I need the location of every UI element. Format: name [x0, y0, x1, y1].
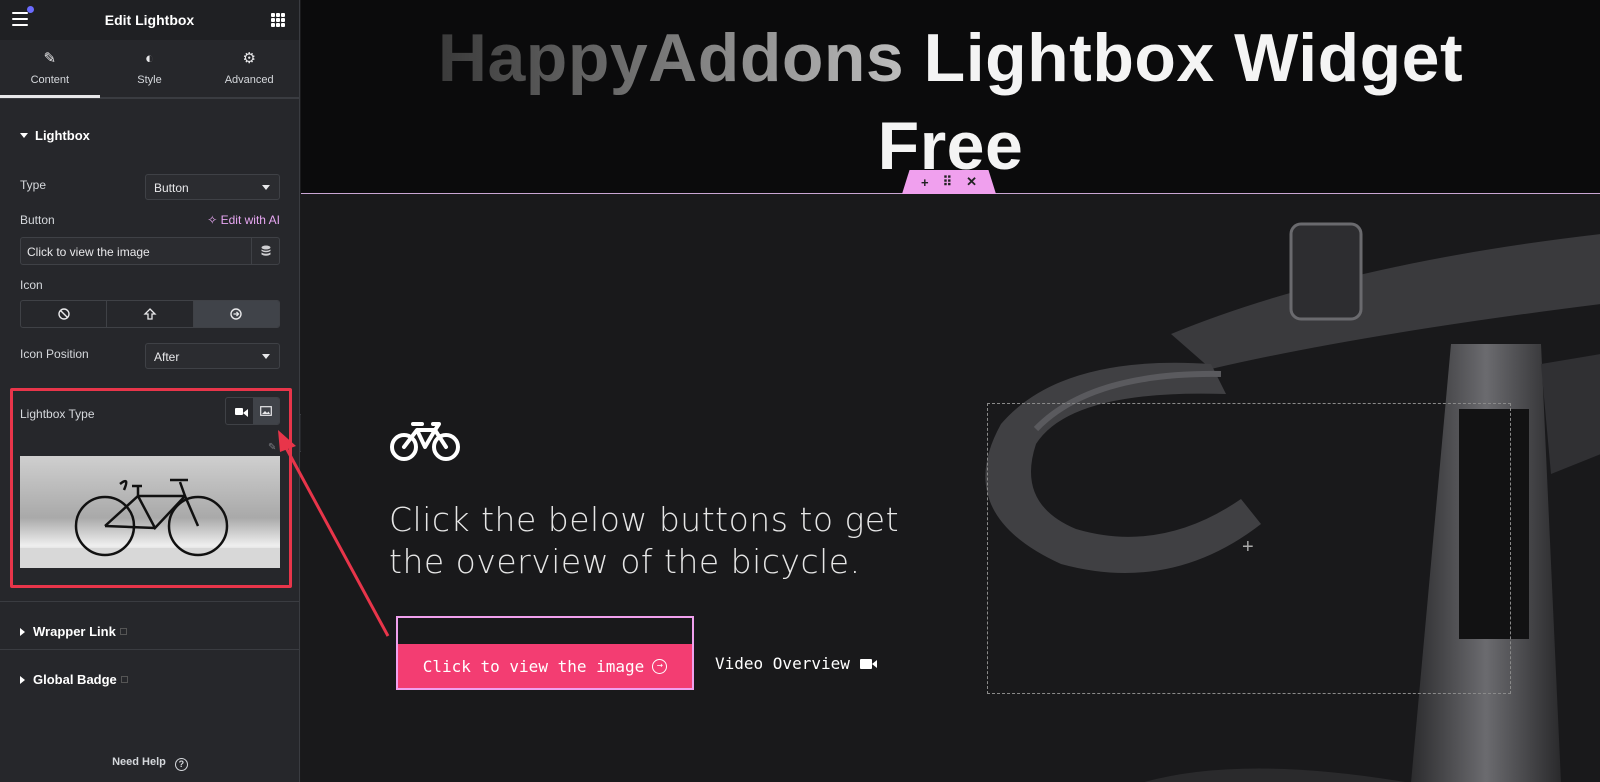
caret-down-icon [20, 133, 28, 138]
drag-handle-icon[interactable]: ⠿ [943, 174, 953, 190]
edit-with-ai-link[interactable]: ✧ Edit with AI [207, 213, 280, 227]
lightbox-widget-selected[interactable]: Click to view the image → [396, 616, 694, 690]
upload-icon [143, 308, 157, 320]
type-select-value: Button [154, 181, 189, 195]
icon-position-select[interactable]: After [145, 343, 280, 369]
pencil-icon: ✎ [43, 50, 57, 67]
section-global-badge-label: Global Badge [33, 672, 117, 687]
lightbox-type-control: Lightbox Type [20, 397, 280, 425]
section-handle[interactable]: + ⠿ ✕ [902, 170, 996, 194]
view-image-button-label: Click to view the image [422, 656, 645, 676]
tab-advanced-label: Advanced [224, 74, 274, 86]
arrow-circle-icon: → [652, 658, 668, 674]
none-icon [57, 308, 70, 320]
need-help-label: Need Help [112, 756, 166, 768]
lightbox-type-label: Lightbox Type [20, 407, 95, 421]
button-label: Button [20, 213, 55, 227]
need-help-link[interactable]: Need Help ? [0, 756, 300, 771]
page-canvas: HappyAddons Lightbox Widget Free + Click… [301, 0, 1600, 782]
bicycle-icon [390, 422, 460, 461]
page-heading[interactable]: HappyAddons Lightbox Widget Free [301, 14, 1600, 190]
tab-style[interactable]: ◐ Style [100, 40, 200, 97]
button-text-input[interactable]: Click to view the image [20, 237, 280, 265]
caret-right-icon [20, 675, 25, 684]
video-overview-label: Video Overview [715, 654, 850, 673]
section-wrapper-link-toggle[interactable]: Wrapper Link [0, 624, 127, 639]
icon-position-value: After [154, 350, 180, 364]
icon-option-none[interactable] [21, 301, 108, 327]
button-text-value: Click to view the image [27, 245, 150, 259]
editor-sidebar: Edit Lightbox ✎ Content ◐ Style ⚙ Advanc… [0, 0, 300, 782]
edit-image-icon[interactable]: ✎ [268, 442, 276, 453]
sparkle-icon: ✧ [207, 213, 218, 227]
section-lightbox-label: Lightbox [35, 128, 90, 143]
chevron-down-icon [262, 354, 270, 359]
type-select[interactable]: Button [145, 174, 280, 200]
dynamic-tags-database-icon[interactable] [251, 238, 279, 264]
widgets-grid-icon[interactable] [271, 13, 285, 27]
section-lightbox-toggle[interactable]: Lightbox [0, 128, 90, 143]
panel-tabs: ✎ Content ◐ Style ⚙ Advanced [0, 40, 299, 98]
section-wrapper-link-label: Wrapper Link [33, 624, 116, 639]
video-icon [235, 407, 249, 417]
add-section-plus-icon[interactable]: + [921, 175, 929, 190]
section-global-badge-toggle[interactable]: Global Badge [0, 672, 128, 687]
video-camera-icon [859, 658, 877, 669]
view-image-button[interactable]: Click to view the image → [398, 644, 692, 688]
icon-choice-group [20, 300, 280, 328]
heading-brand: HappyAddons [437, 20, 905, 96]
tab-advanced[interactable]: ⚙ Advanced [199, 40, 299, 97]
hero-section[interactable]: + Click the below buttons to get the ove… [301, 193, 1600, 782]
tab-content[interactable]: ✎ Content [0, 40, 100, 98]
lightbox-type-toggle [225, 397, 280, 425]
pro-badge-icon [119, 628, 127, 635]
empty-column-dropzone[interactable]: + [987, 403, 1511, 694]
chevron-down-icon [262, 185, 270, 190]
video-overview-button[interactable]: Video Overview [715, 654, 877, 673]
caret-right-icon [20, 627, 25, 636]
icon-label: Icon [20, 278, 43, 292]
icon-option-arrow-circle[interactable] [193, 301, 279, 327]
divider [0, 601, 300, 602]
gear-icon: ⚙ [242, 50, 256, 67]
panel-title: Edit Lightbox [104, 12, 195, 28]
section-description: Click the below buttons to get the overv… [389, 500, 900, 581]
app-root: Edit Lightbox ✎ Content ◐ Style ⚙ Advanc… [0, 0, 1600, 782]
delete-section-close-icon[interactable]: ✕ [966, 174, 977, 190]
lightbox-type-video[interactable] [226, 398, 253, 424]
hamburger-menu-icon[interactable] [12, 6, 34, 26]
icon-option-upload[interactable] [107, 301, 194, 327]
lightbox-image-thumbnail[interactable] [20, 456, 280, 568]
add-element-plus-icon[interactable]: + [1242, 536, 1254, 559]
sidebar-header: Edit Lightbox [0, 0, 299, 40]
button-control: Button ✧ Edit with AI [20, 213, 280, 227]
edit-with-ai-label: Edit with AI [220, 213, 280, 227]
icon-position-control: Icon Position After [20, 343, 280, 369]
image-icon [259, 406, 272, 416]
divider [0, 649, 300, 650]
type-control: Type Button [20, 174, 280, 200]
tab-style-label: Style [137, 74, 162, 86]
pro-badge-icon [120, 676, 128, 683]
icon-position-label: Icon Position [20, 347, 89, 361]
question-circle-icon: ? [174, 758, 188, 771]
type-label: Type [20, 178, 47, 192]
divider [0, 98, 300, 99]
lightbox-type-image[interactable] [252, 398, 279, 424]
heading-title: Lightbox Widget [923, 20, 1464, 96]
arrow-circle-icon [230, 308, 243, 320]
tab-content-label: Content [30, 74, 70, 86]
half-circle-icon: ◐ [144, 50, 155, 67]
